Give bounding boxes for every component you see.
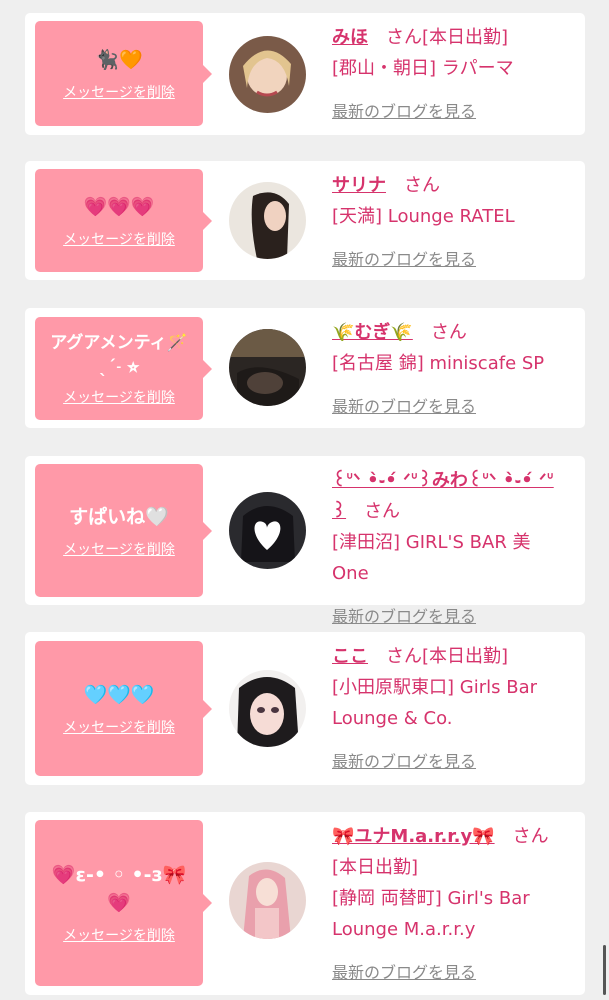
girl-card: 💗💗💗 メッセージを削除 サリナ さん [天満] Lounge RATEL 最新の… [25,161,585,280]
girl-name-link[interactable]: 🌾むぎ🌾 [332,322,413,343]
girl-info: 🌾むぎ🌾 さん [名古屋 錦] miniscafe SP 最新のブログを見る [332,317,567,417]
message-text: 💗💗💗 [83,195,155,218]
avatar[interactable] [229,670,306,747]
message-bubble: 💗💗💗 メッセージを削除 [35,169,212,272]
scrollbar[interactable] [603,945,606,995]
status-badge: [本日出勤] [422,27,509,48]
blog-link[interactable]: 最新のブログを見る [332,748,476,772]
girl-name-link[interactable]: サリナ [332,175,386,196]
delete-message-link[interactable]: メッセージを削除 [63,82,175,102]
honorific: さん [404,175,440,196]
status-badge: [本日出勤] [332,857,419,878]
girl-name-link[interactable]: ここ [332,646,368,667]
shop-name: [郡山・朝日] ラパーマ [332,58,514,79]
avatar[interactable] [229,329,306,406]
message-text: アグアメンティ🪄 ˎˊ˗ ⭐︎ [50,332,188,377]
honorific: さん [386,27,422,48]
delete-message-link[interactable]: メッセージを削除 [63,539,175,559]
girl-card: 🩵🩵🩵 メッセージを削除 ここ さん[本日出勤] [小田原駅東口] Girls B… [25,632,585,785]
message-text: 🐈‍⬛🧡 [95,48,143,71]
avatar[interactable] [229,182,306,259]
message-bubble: 🩵🩵🩵 メッセージを削除 [35,641,212,776]
message-bubble: アグアメンティ🪄 ˎˊ˗ ⭐︎ メッセージを削除 [35,317,212,420]
message-bubble: 💗ε-• ◦ •-з🎀💗 メッセージを削除 [35,820,212,986]
girl-card: 💗ε-• ◦ •-з🎀💗 メッセージを削除 🎀ユナM.a.r.r.y🎀 さん [本日… [25,812,585,995]
message-bubble: 🐈‍⬛🧡 メッセージを削除 [35,21,212,126]
girl-card: すぱいね🤍 メッセージを削除 ꒰ᐡᐠ •̀֊•́ ᐟᐡ꒱みわ꒰ᐡᐠ •̀֊•́ … [25,456,585,626]
girl-info: 🎀ユナM.a.r.r.y🎀 さん [本日出勤] [静岡 両替町] Girl's Ba… [332,821,567,983]
message-bubble: すぱいね🤍 メッセージを削除 [35,464,212,597]
blog-link[interactable]: 最新のブログを見る [332,959,476,983]
message-text: 🩵🩵🩵 [83,683,155,706]
message-text: すぱいね🤍 [69,505,169,528]
honorific: さん [364,501,401,522]
honorific: さん [512,826,549,847]
blog-link[interactable]: 最新のブログを見る [332,603,476,627]
delete-message-link[interactable]: メッセージを削除 [63,387,175,407]
blog-link[interactable]: 最新のブログを見る [332,98,476,122]
girl-info: ꒰ᐡᐠ •̀֊•́ ᐟᐡ꒱みわ꒰ᐡᐠ •̀֊•́ ᐟᐡ꒱ さん [津田沼] GIR… [332,465,567,627]
honorific: さん [386,646,422,667]
shop-name: [津田沼] GIRL'S BAR 美One [332,532,531,584]
status-badge: [本日出勤] [422,646,509,667]
shop-name: [名古屋 錦] miniscafe SP [332,353,545,374]
shop-name: [小田原駅東口] Girls Bar Lounge & Co. [332,677,537,729]
blog-link[interactable]: 最新のブログを見る [332,393,476,417]
delete-message-link[interactable]: メッセージを削除 [63,925,175,945]
message-text: 💗ε-• ◦ •-з🎀💗 [51,864,187,914]
girl-info: サリナ さん [天満] Lounge RATEL 最新のブログを見る [332,170,567,270]
delete-message-link[interactable]: メッセージを削除 [63,717,175,737]
girl-info: ここ さん[本日出勤] [小田原駅東口] Girls Bar Lounge & C… [332,641,567,772]
girl-name-link[interactable]: 🎀ユナM.a.r.r.y🎀 [332,826,495,847]
blog-link[interactable]: 最新のブログを見る [332,246,476,270]
girl-info: みほ さん[本日出勤] [郡山・朝日] ラパーマ 最新のブログを見る [332,22,567,122]
avatar[interactable] [229,492,306,569]
shop-name: [天満] Lounge RATEL [332,206,515,227]
girl-card: アグアメンティ🪄 ˎˊ˗ ⭐︎ メッセージを削除 🌾むぎ🌾 さん [名古屋 錦] … [25,308,585,428]
girl-name-link[interactable]: みほ [332,27,368,48]
honorific: さん [430,322,467,343]
girl-card: 🐈‍⬛🧡 メッセージを削除 みほ さん[本日出勤] [郡山・朝日] ラパーマ 最新… [25,13,585,135]
avatar[interactable] [229,36,306,113]
delete-message-link[interactable]: メッセージを削除 [63,229,175,249]
avatar[interactable] [229,862,306,939]
shop-name: [静岡 両替町] Girl's Bar Lounge M.a.r.r.y [332,888,530,940]
